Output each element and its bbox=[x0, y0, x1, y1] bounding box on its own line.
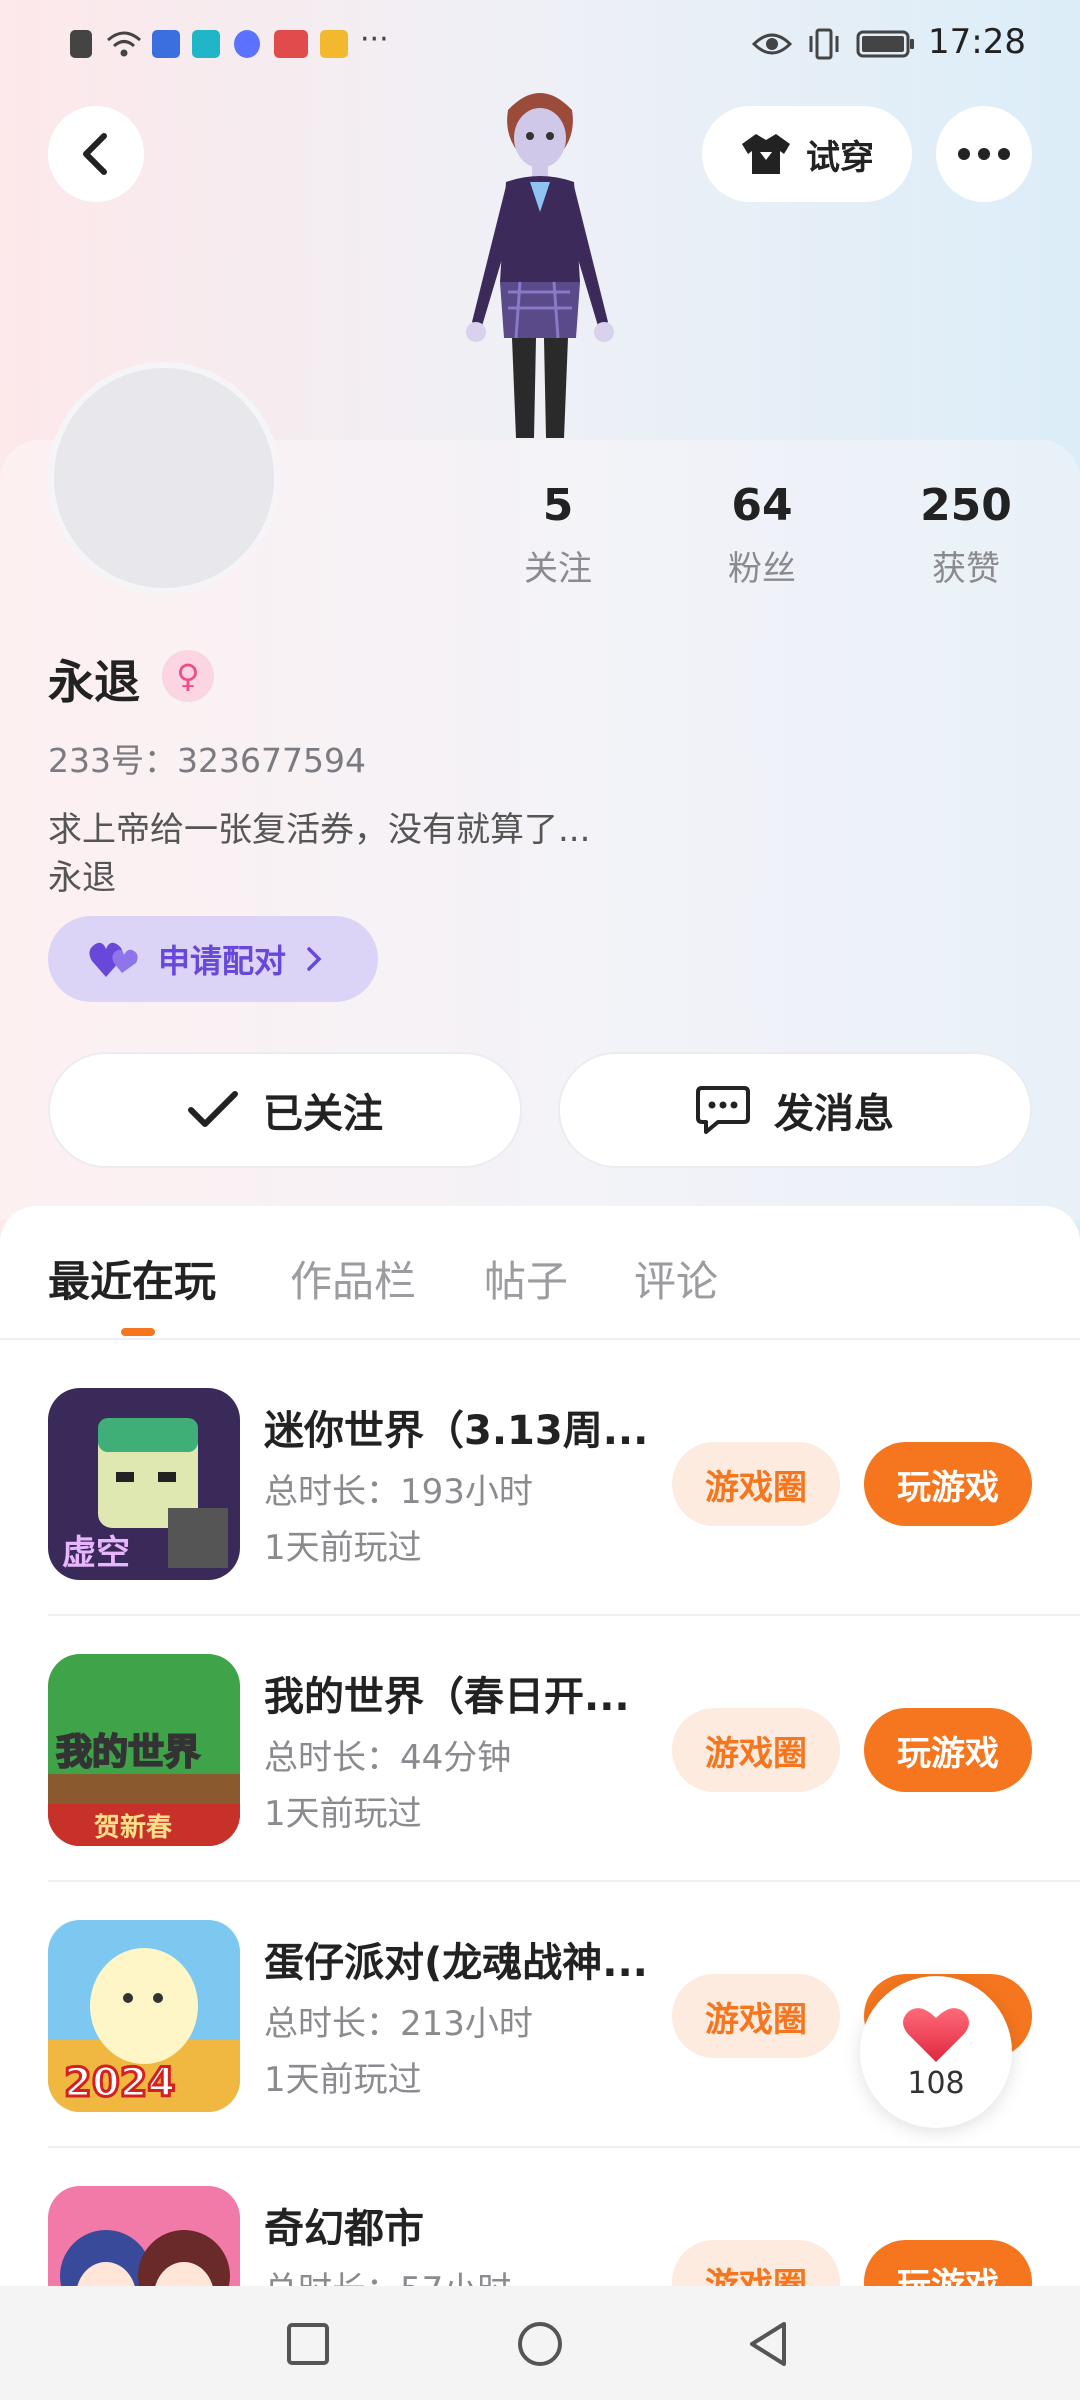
game-playtime: 总时长：44分钟 bbox=[264, 1738, 512, 1778]
shirt-icon bbox=[742, 134, 790, 174]
status-bar: ··· 17:28 bbox=[0, 0, 1080, 92]
tryon-button[interactable]: 试穿 bbox=[702, 106, 912, 202]
game-title: 蛋仔派对(龙魂战神... bbox=[264, 1940, 648, 1986]
bio-line-2: 永退 bbox=[48, 858, 116, 898]
stat-following[interactable]: 5 关注 bbox=[478, 480, 638, 590]
followed-button[interactable]: 已关注 bbox=[48, 1052, 522, 1168]
app-icon-3 bbox=[274, 30, 308, 58]
chat-bubble-icon bbox=[696, 1086, 750, 1134]
double-heart-icon bbox=[89, 942, 138, 977]
more-dots-icon: ··· bbox=[360, 22, 389, 57]
checkmark-icon bbox=[188, 1091, 238, 1127]
app-icon-1 bbox=[152, 30, 180, 58]
wifi-icon bbox=[107, 31, 141, 57]
more-icon bbox=[958, 148, 1010, 160]
back-arrow-icon bbox=[83, 133, 107, 175]
like-count: 108 bbox=[907, 2065, 965, 2101]
eye-icon bbox=[752, 33, 792, 55]
system-nav-bar bbox=[0, 2286, 1080, 2400]
home-icon[interactable] bbox=[516, 2320, 564, 2368]
avatar[interactable] bbox=[48, 362, 280, 594]
tab-indicator bbox=[121, 1328, 155, 1336]
likes-count: 250 bbox=[920, 480, 1012, 531]
message-button[interactable]: 发消息 bbox=[558, 1052, 1032, 1168]
followers-label: 粉丝 bbox=[728, 549, 796, 589]
game-icon-subtext: 贺新春 bbox=[94, 1812, 172, 1843]
tryon-label: 试穿 bbox=[806, 137, 874, 178]
game-icon-text: 2024 bbox=[64, 2060, 175, 2106]
recents-icon[interactable] bbox=[286, 2322, 330, 2366]
heart-icon bbox=[903, 2007, 969, 2062]
music-icon bbox=[234, 30, 260, 58]
game-circle-button[interactable]: 游戏圈 bbox=[672, 1974, 840, 2058]
tab-recently-played[interactable]: 最近在玩 bbox=[48, 1248, 216, 1309]
app-icon-4 bbox=[320, 30, 348, 58]
game-title: 迷你世界（3.13周... bbox=[264, 1408, 649, 1454]
app-icon-2 bbox=[192, 30, 220, 58]
avatar-figure[interactable] bbox=[450, 82, 630, 442]
chevron-right-icon bbox=[307, 947, 322, 971]
vibrate-icon bbox=[809, 28, 839, 60]
game-last-played: 1天前玩过 bbox=[264, 1528, 422, 1568]
stat-followers[interactable]: 64 粉丝 bbox=[682, 480, 842, 590]
like-button[interactable]: 108 bbox=[860, 1976, 1012, 2128]
message-label: 发消息 bbox=[774, 1091, 894, 1137]
divider bbox=[48, 1614, 1080, 1616]
game-last-played: 1天前玩过 bbox=[264, 1794, 422, 1834]
user-id[interactable]: 233号：323677594 bbox=[48, 734, 366, 782]
play-game-button[interactable]: 玩游戏 bbox=[864, 1708, 1032, 1792]
list-item[interactable]: 我的世界 贺新春 我的世界（春日开... 总时长：44分钟 1天前玩过 游戏圈 … bbox=[0, 1654, 1080, 1920]
followers-count: 64 bbox=[731, 480, 793, 531]
pair-label: 申请配对 bbox=[158, 942, 287, 980]
bio-line-1: 求上帝给一张复活券，没有就算了... bbox=[48, 810, 591, 850]
game-playtime: 总时长：193小时 bbox=[264, 1472, 533, 1512]
stat-likes[interactable]: 250 获赞 bbox=[886, 480, 1046, 590]
play-game-button[interactable]: 玩游戏 bbox=[864, 2240, 1032, 2286]
game-title: 奇幻都市 bbox=[264, 2206, 424, 2252]
game-last-played: 1天前玩过 bbox=[264, 2060, 422, 2100]
following-count: 5 bbox=[542, 480, 574, 531]
game-icon-fantasy-city bbox=[48, 2186, 240, 2286]
female-icon: ♀ bbox=[162, 650, 214, 702]
game-icon-eggy-party: 2024 bbox=[48, 1920, 240, 2112]
game-title: 我的世界（春日开... bbox=[264, 1674, 630, 1720]
game-playtime: 总时长：213小时 bbox=[264, 2004, 533, 2044]
more-button[interactable] bbox=[936, 106, 1032, 202]
back-button[interactable] bbox=[48, 106, 144, 202]
username: 永退 bbox=[48, 655, 140, 709]
game-playtime: 总时长：57小时 bbox=[264, 2262, 511, 2286]
battery-icon bbox=[856, 30, 914, 58]
pair-request-button[interactable]: 申请配对 bbox=[48, 916, 378, 1002]
divider bbox=[48, 1880, 1080, 1882]
game-circle-button[interactable]: 游戏圈 bbox=[672, 2240, 840, 2286]
game-circle-button[interactable]: 游戏圈 bbox=[672, 1708, 840, 1792]
game-icon-mini-world: 虚空 bbox=[48, 1388, 240, 1580]
tab-comments[interactable]: 评论 bbox=[634, 1248, 718, 1309]
followed-label: 已关注 bbox=[263, 1091, 383, 1137]
tab-works[interactable]: 作品栏 bbox=[290, 1248, 416, 1309]
back-nav-icon[interactable] bbox=[746, 2320, 790, 2368]
alert-icon bbox=[70, 30, 92, 58]
game-icon-text: 虚空 bbox=[62, 1533, 130, 1573]
tab-posts[interactable]: 帖子 bbox=[484, 1248, 568, 1309]
play-game-button[interactable]: 玩游戏 bbox=[864, 1442, 1032, 1526]
likes-label: 获赞 bbox=[932, 549, 1000, 589]
clock: 17:28 bbox=[928, 22, 1026, 62]
divider bbox=[48, 2146, 1080, 2148]
list-item[interactable]: 奇幻都市 总时长：57小时 游戏圈 玩游戏 bbox=[0, 2186, 1080, 2286]
game-icon-text: 我的世界 bbox=[56, 1732, 200, 1773]
game-icon-minecraft: 我的世界 贺新春 bbox=[48, 1654, 240, 1846]
list-item[interactable]: 虚空 迷你世界（3.13周... 总时长：193小时 1天前玩过 游戏圈 玩游戏 bbox=[0, 1388, 1080, 1654]
following-label: 关注 bbox=[524, 549, 592, 589]
game-circle-button[interactable]: 游戏圈 bbox=[672, 1442, 840, 1526]
divider bbox=[0, 1338, 1080, 1340]
